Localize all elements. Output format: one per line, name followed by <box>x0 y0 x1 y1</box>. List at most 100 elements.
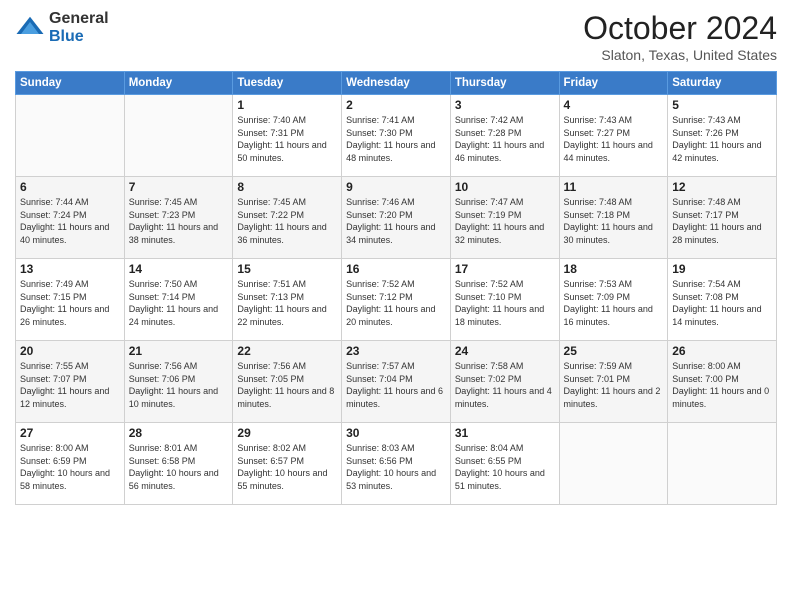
day-number: 15 <box>237 262 337 276</box>
table-row <box>559 423 668 505</box>
day-info: Sunrise: 7:45 AMSunset: 7:22 PMDaylight:… <box>237 196 337 246</box>
day-number: 28 <box>129 426 229 440</box>
col-wednesday: Wednesday <box>342 72 451 95</box>
calendar-week-row: 1Sunrise: 7:40 AMSunset: 7:31 PMDaylight… <box>16 95 777 177</box>
day-info: Sunrise: 8:00 AMSunset: 7:00 PMDaylight:… <box>672 360 772 410</box>
day-number: 25 <box>564 344 664 358</box>
day-number: 30 <box>346 426 446 440</box>
day-number: 23 <box>346 344 446 358</box>
col-tuesday: Tuesday <box>233 72 342 95</box>
table-row: 8 Sunrise: 7:45 AMSunset: 7:22 PMDaylight… <box>233 177 342 259</box>
day-number: 27 <box>20 426 120 440</box>
day-number: 4 <box>564 98 664 112</box>
table-row: 7Sunrise: 7:45 AMSunset: 7:23 PMDaylight… <box>124 177 233 259</box>
day-info: Sunrise: 7:54 AMSunset: 7:08 PMDaylight:… <box>672 278 772 328</box>
table-row: 20Sunrise: 7:55 AMSunset: 7:07 PMDayligh… <box>16 341 125 423</box>
table-row: 29Sunrise: 8:02 AMSunset: 6:57 PMDayligh… <box>233 423 342 505</box>
day-info: Sunrise: 8:01 AMSunset: 6:58 PMDaylight:… <box>129 442 229 492</box>
table-row: 5Sunrise: 7:43 AMSunset: 7:26 PMDaylight… <box>668 95 777 177</box>
table-row: 2 Sunrise: 7:41 AMSunset: 7:30 PMDaylight… <box>342 95 451 177</box>
day-info: Sunrise: 7:58 AMSunset: 7:02 PMDaylight:… <box>455 360 555 410</box>
day-info: Sunrise: 7:40 AMSunset: 7:31 PMDaylight:… <box>237 114 337 164</box>
table-row: 19 Sunrise: 7:54 AMSunset: 7:08 PMDayligh… <box>668 259 777 341</box>
day-info: Sunrise: 7:41 AMSunset: 7:30 PMDaylight:… <box>346 114 446 164</box>
table-row: 21 Sunrise: 7:56 AMSunset: 7:06 PMDayligh… <box>124 341 233 423</box>
day-info: Sunrise: 7:53 AMSunset: 7:09 PMDaylight:… <box>564 278 664 328</box>
day-number: 29 <box>237 426 337 440</box>
table-row: 28 Sunrise: 8:01 AMSunset: 6:58 PMDayligh… <box>124 423 233 505</box>
day-number: 2 <box>346 98 446 112</box>
day-info: Sunrise: 7:56 AMSunset: 7:06 PMDaylight:… <box>129 360 229 410</box>
table-row <box>16 95 125 177</box>
table-row: 17 Sunrise: 7:52 AMSunset: 7:10 PMDayligh… <box>450 259 559 341</box>
calendar-week-row: 20Sunrise: 7:55 AMSunset: 7:07 PMDayligh… <box>16 341 777 423</box>
col-sunday: Sunday <box>16 72 125 95</box>
table-row: 24Sunrise: 7:58 AMSunset: 7:02 PMDayligh… <box>450 341 559 423</box>
calendar: Sunday Monday Tuesday Wednesday Thursday… <box>15 71 777 505</box>
table-row: 9Sunrise: 7:46 AMSunset: 7:20 PMDaylight… <box>342 177 451 259</box>
day-number: 3 <box>455 98 555 112</box>
table-row: 14 Sunrise: 7:50 AMSunset: 7:14 PMDayligh… <box>124 259 233 341</box>
day-number: 26 <box>672 344 772 358</box>
table-row: 16 Sunrise: 7:52 AMSunset: 7:12 PMDayligh… <box>342 259 451 341</box>
table-row: 31Sunrise: 8:04 AMSunset: 6:55 PMDayligh… <box>450 423 559 505</box>
day-info: Sunrise: 7:50 AMSunset: 7:14 PMDaylight:… <box>129 278 229 328</box>
day-info: Sunrise: 7:48 AMSunset: 7:17 PMDaylight:… <box>672 196 772 246</box>
table-row <box>668 423 777 505</box>
day-number: 5 <box>672 98 772 112</box>
day-number: 16 <box>346 262 446 276</box>
day-info: Sunrise: 7:52 AMSunset: 7:12 PMDaylight:… <box>346 278 446 328</box>
day-info: Sunrise: 7:57 AMSunset: 7:04 PMDaylight:… <box>346 360 446 410</box>
table-row: 18 Sunrise: 7:53 AMSunset: 7:09 PMDayligh… <box>559 259 668 341</box>
table-row: 30 Sunrise: 8:03 AMSunset: 6:56 PMDayligh… <box>342 423 451 505</box>
logo-text: General Blue <box>49 10 109 45</box>
logo-blue-text: Blue <box>49 28 109 46</box>
month-title: October 2024 <box>583 10 777 47</box>
calendar-week-row: 27 Sunrise: 8:00 AMSunset: 6:59 PMDayligh… <box>16 423 777 505</box>
table-row: 13 Sunrise: 7:49 AMSunset: 7:15 PMDayligh… <box>16 259 125 341</box>
table-row: 10Sunrise: 7:47 AMSunset: 7:19 PMDayligh… <box>450 177 559 259</box>
day-number: 21 <box>129 344 229 358</box>
day-number: 19 <box>672 262 772 276</box>
logo-icon <box>15 13 45 43</box>
day-number: 13 <box>20 262 120 276</box>
day-info: Sunrise: 7:51 AMSunset: 7:13 PMDaylight:… <box>237 278 337 328</box>
logo: General Blue <box>15 10 109 45</box>
day-info: Sunrise: 7:55 AMSunset: 7:07 PMDaylight:… <box>20 360 120 410</box>
header: General Blue October 2024 Slaton, Texas,… <box>15 10 777 63</box>
day-info: Sunrise: 7:47 AMSunset: 7:19 PMDaylight:… <box>455 196 555 246</box>
day-info: Sunrise: 7:49 AMSunset: 7:15 PMDaylight:… <box>20 278 120 328</box>
col-thursday: Thursday <box>450 72 559 95</box>
calendar-week-row: 6Sunrise: 7:44 AMSunset: 7:24 PMDaylight… <box>16 177 777 259</box>
day-info: Sunrise: 8:04 AMSunset: 6:55 PMDaylight:… <box>455 442 555 492</box>
table-row: 11Sunrise: 7:48 AMSunset: 7:18 PMDayligh… <box>559 177 668 259</box>
day-info: Sunrise: 7:59 AMSunset: 7:01 PMDaylight:… <box>564 360 664 410</box>
page: General Blue October 2024 Slaton, Texas,… <box>0 0 792 612</box>
day-number: 22 <box>237 344 337 358</box>
day-info: Sunrise: 7:52 AMSunset: 7:10 PMDaylight:… <box>455 278 555 328</box>
table-row: 6Sunrise: 7:44 AMSunset: 7:24 PMDaylight… <box>16 177 125 259</box>
day-info: Sunrise: 7:56 AMSunset: 7:05 PMDaylight:… <box>237 360 337 410</box>
day-number: 11 <box>564 180 664 194</box>
title-block: October 2024 Slaton, Texas, United State… <box>583 10 777 63</box>
day-info: Sunrise: 7:42 AMSunset: 7:28 PMDaylight:… <box>455 114 555 164</box>
day-info: Sunrise: 7:43 AMSunset: 7:27 PMDaylight:… <box>564 114 664 164</box>
calendar-week-row: 13 Sunrise: 7:49 AMSunset: 7:15 PMDayligh… <box>16 259 777 341</box>
table-row: 12 Sunrise: 7:48 AMSunset: 7:17 PMDayligh… <box>668 177 777 259</box>
day-info: Sunrise: 8:00 AMSunset: 6:59 PMDaylight:… <box>20 442 120 492</box>
col-friday: Friday <box>559 72 668 95</box>
day-info: Sunrise: 7:45 AMSunset: 7:23 PMDaylight:… <box>129 196 229 246</box>
logo-general-text: General <box>49 10 109 28</box>
table-row: 15 Sunrise: 7:51 AMSunset: 7:13 PMDayligh… <box>233 259 342 341</box>
table-row <box>124 95 233 177</box>
day-number: 8 <box>237 180 337 194</box>
table-row: 4 Sunrise: 7:43 AMSunset: 7:27 PMDaylight… <box>559 95 668 177</box>
day-number: 12 <box>672 180 772 194</box>
day-info: Sunrise: 8:03 AMSunset: 6:56 PMDaylight:… <box>346 442 446 492</box>
day-number: 17 <box>455 262 555 276</box>
day-number: 18 <box>564 262 664 276</box>
table-row: 1Sunrise: 7:40 AMSunset: 7:31 PMDaylight… <box>233 95 342 177</box>
col-monday: Monday <box>124 72 233 95</box>
day-number: 14 <box>129 262 229 276</box>
table-row: 27 Sunrise: 8:00 AMSunset: 6:59 PMDayligh… <box>16 423 125 505</box>
